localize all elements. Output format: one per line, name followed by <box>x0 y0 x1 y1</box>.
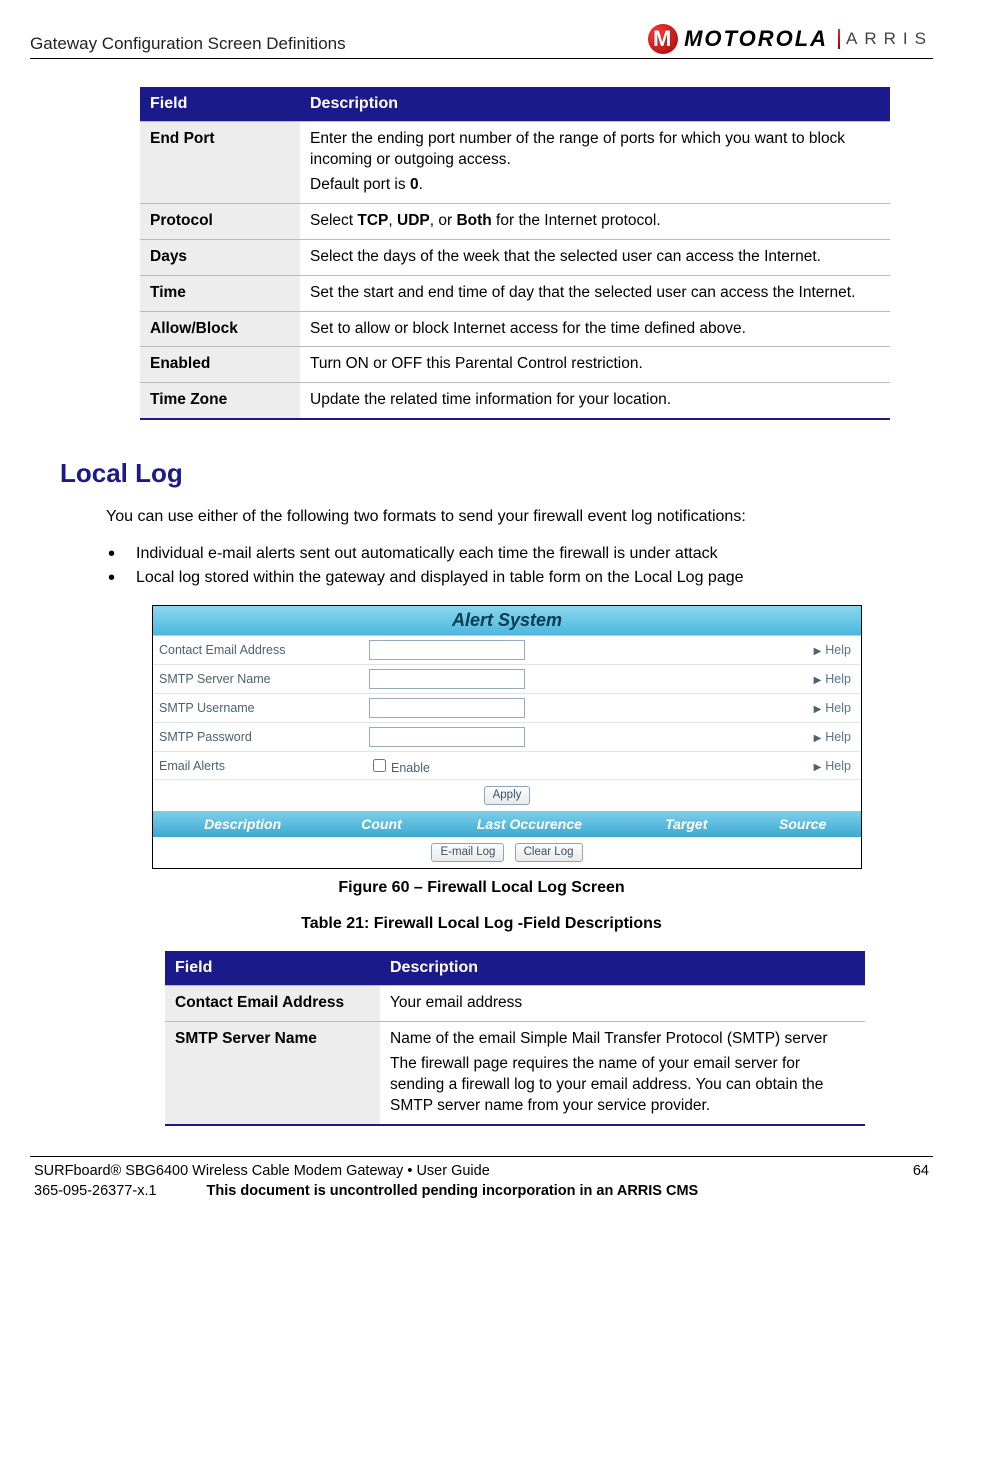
footer-doc-number: 365-095-26377-x.1 <box>34 1183 157 1199</box>
alert-system-figure: Alert System Contact Email Address ▶Help… <box>152 605 862 869</box>
t1-desc: Select TCP, UDP, or Both for the Interne… <box>300 203 890 239</box>
table-row: Time Zone Update the related time inform… <box>140 383 890 419</box>
help-link[interactable]: ▶Help <box>814 643 861 657</box>
section-intro: You can use either of the following two … <box>106 505 933 529</box>
list-item: Local log stored within the gateway and … <box>106 569 933 587</box>
t1-desc: Set the start and end time of day that t… <box>300 275 890 311</box>
t1-desc: Enter the ending port number of the rang… <box>300 122 890 204</box>
alert-row-smtp-username: SMTP Username ▶Help <box>153 694 861 723</box>
t2-desc: Your email address <box>380 986 865 1022</box>
t2-desc: Name of the email Simple Mail Transfer P… <box>380 1022 865 1125</box>
contact-email-input[interactable] <box>369 640 525 660</box>
chevron-right-icon: ▶ <box>814 704 822 715</box>
t2-field: SMTP Server Name <box>165 1022 380 1125</box>
field-label: SMTP Username <box>153 695 369 721</box>
table-row: SMTP Server Name Name of the email Simpl… <box>165 1022 865 1125</box>
table-row: Allow/Block Set to allow or block Intern… <box>140 311 890 347</box>
table-row: Days Select the days of the week that th… <box>140 239 890 275</box>
enable-label: Enable <box>391 761 430 775</box>
email-log-button[interactable]: E-mail Log <box>431 843 504 862</box>
chevron-right-icon: ▶ <box>814 675 822 686</box>
arris-text: ARRIS <box>846 29 933 48</box>
field-label: SMTP Password <box>153 724 369 750</box>
field-label: SMTP Server Name <box>153 666 369 692</box>
clear-log-button[interactable]: Clear Log <box>515 843 583 862</box>
t1-field: Allow/Block <box>140 311 300 347</box>
t2-field: Contact Email Address <box>165 986 380 1022</box>
t1-field: Protocol <box>140 203 300 239</box>
t2-head-desc: Description <box>380 951 865 986</box>
help-link[interactable]: ▶Help <box>814 672 861 686</box>
t1-desc: Set to allow or block Internet access fo… <box>300 311 890 347</box>
log-col-target: Target <box>628 811 745 837</box>
log-header-row: Description Count Last Occurence Target … <box>153 811 861 837</box>
field-description-table-1: Field Description End Port Enter the end… <box>140 87 890 420</box>
field-label: Contact Email Address <box>153 637 369 663</box>
t1-desc: Turn ON or OFF this Parental Control res… <box>300 347 890 383</box>
motorola-icon: M <box>648 24 678 54</box>
t1-field: Time Zone <box>140 383 300 419</box>
field-description-table-2: Field Description Contact Email Address … <box>165 951 865 1126</box>
arris-bar-icon <box>838 29 840 49</box>
log-col-last-occurrence: Last Occurence <box>431 811 628 837</box>
page-header: Gateway Configuration Screen Definitions… <box>30 24 933 59</box>
smtp-server-input[interactable] <box>369 669 525 689</box>
log-col-source: Source <box>744 811 861 837</box>
t1-field: Enabled <box>140 347 300 383</box>
table-row: Enabled Turn ON or OFF this Parental Con… <box>140 347 890 383</box>
smtp-password-input[interactable] <box>369 727 525 747</box>
t1-desc: Select the days of the week that the sel… <box>300 239 890 275</box>
arris-logo: ARRIS <box>838 29 933 50</box>
log-button-row: E-mail Log Clear Log <box>153 837 861 868</box>
t2-head-field: Field <box>165 951 380 986</box>
table-row: Time Set the start and end time of day t… <box>140 275 890 311</box>
t1-field: Days <box>140 239 300 275</box>
t1-field: End Port <box>140 122 300 204</box>
section-bullets: Individual e-mail alerts sent out automa… <box>106 545 933 587</box>
help-link[interactable]: ▶Help <box>814 701 861 715</box>
chevron-right-icon: ▶ <box>814 762 822 773</box>
chevron-right-icon: ▶ <box>814 733 822 744</box>
table-caption: Table 21: Firewall Local Log -Field Desc… <box>30 915 933 933</box>
section-heading-local-log: Local Log <box>60 458 933 489</box>
t1-field: Time <box>140 275 300 311</box>
alert-row-email-alerts: Email Alerts Enable ▶Help <box>153 752 861 780</box>
figure-caption: Figure 60 – Firewall Local Log Screen <box>30 879 933 897</box>
t1-head-field: Field <box>140 87 300 122</box>
list-item: Individual e-mail alerts sent out automa… <box>106 545 933 563</box>
footer-page-number: 64 <box>913 1163 929 1179</box>
t1-head-desc: Description <box>300 87 890 122</box>
alert-system-titlebar: Alert System <box>153 606 861 636</box>
log-col-count: Count <box>332 811 431 837</box>
header-logos: M MOTOROLA ARRIS <box>648 24 933 54</box>
table-row: End Port Enter the ending port number of… <box>140 122 890 204</box>
chevron-right-icon: ▶ <box>814 646 822 657</box>
apply-button[interactable]: Apply <box>484 786 531 805</box>
email-alerts-checkbox[interactable] <box>373 759 386 772</box>
smtp-username-input[interactable] <box>369 698 525 718</box>
help-link[interactable]: ▶Help <box>814 759 861 773</box>
alert-row-contact-email: Contact Email Address ▶Help <box>153 636 861 665</box>
alert-row-smtp-server: SMTP Server Name ▶Help <box>153 665 861 694</box>
help-link[interactable]: ▶Help <box>814 730 861 744</box>
t1-desc: Update the related time information for … <box>300 383 890 419</box>
table-row: Contact Email Address Your email address <box>165 986 865 1022</box>
table-row: Protocol Select TCP, UDP, or Both for th… <box>140 203 890 239</box>
page-footer: SURFboard® SBG6400 Wireless Cable Modem … <box>30 1156 933 1199</box>
field-label: Email Alerts <box>153 753 369 779</box>
footer-product: SURFboard® SBG6400 Wireless Cable Modem … <box>34 1163 490 1179</box>
header-title: Gateway Configuration Screen Definitions <box>30 34 346 54</box>
motorola-text: MOTOROLA <box>684 26 828 52</box>
alert-row-smtp-password: SMTP Password ▶Help <box>153 723 861 752</box>
motorola-logo: M MOTOROLA <box>648 24 828 54</box>
log-col-description: Description <box>153 811 332 837</box>
apply-button-row: Apply <box>153 780 861 811</box>
footer-note: This document is uncontrolled pending in… <box>207 1183 699 1199</box>
